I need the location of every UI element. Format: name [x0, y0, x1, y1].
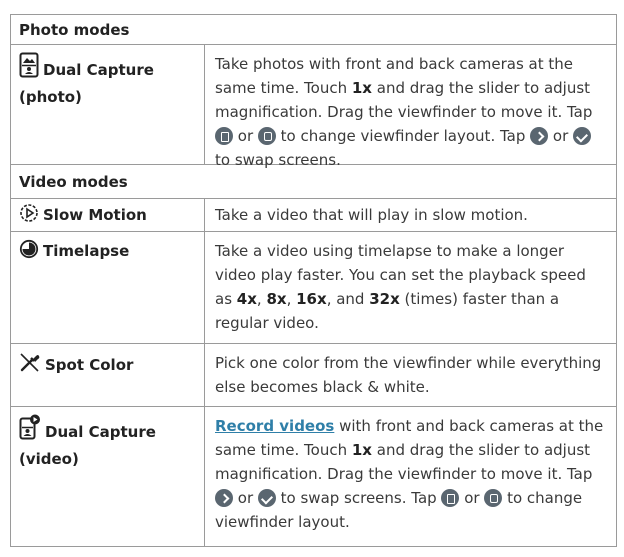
mode-title: Dual Capture [45, 423, 156, 441]
zoom-1x-label: 1x [351, 79, 372, 97]
mode-name-cell: Timelapse [11, 232, 205, 343]
mode-name-cell: Dual Capture (video) [11, 407, 205, 546]
row-spot-color: Spot Color Pick one color from the viewf… [11, 344, 616, 407]
layout-alt-icon [484, 489, 503, 507]
mode-description: Pick one color from the viewfinder while… [215, 354, 602, 396]
mode-title: Dual Capture [43, 61, 154, 79]
layout-icon [441, 489, 460, 507]
row-dual-capture-video: Dual Capture (video) Record videos with … [11, 407, 616, 547]
mode-title-suffix: (photo) [19, 88, 82, 106]
mode-title: Timelapse [43, 242, 130, 260]
mode-title-suffix: (video) [19, 450, 79, 468]
camera-modes-table: Photo modes Dual Capture (photo) Take ph… [10, 14, 617, 547]
mode-description: Take photos with front and back cameras … [215, 55, 593, 169]
mode-title: Slow Motion [43, 206, 147, 224]
mode-description: Take a video using timelapse to make a l… [215, 242, 586, 332]
mode-description: Record videos with front and back camera… [215, 417, 604, 531]
record-videos-link[interactable]: Record videos [215, 417, 334, 435]
mode-title: Spot Color [45, 356, 134, 374]
swap-icon [530, 127, 549, 145]
mode-name-cell: Dual Capture (photo) [11, 45, 205, 164]
mode-name-cell: Slow Motion [11, 199, 205, 231]
layout-alt-icon [257, 127, 276, 145]
dual-capture-video-icon [19, 414, 41, 447]
section-title: Video modes [19, 172, 128, 191]
speed-8x: 8x [266, 290, 287, 308]
row-slow-motion: Slow Motion Take a video that will play … [11, 199, 616, 232]
layout-icon [215, 127, 233, 145]
swap-icon [215, 489, 233, 507]
row-dual-capture-photo: Dual Capture (photo) Take photos with fr… [11, 45, 616, 169]
speed-32x: 32x [369, 290, 400, 308]
section-photo-modes: Photo modes [11, 15, 616, 45]
slow-motion-icon [19, 203, 39, 230]
spot-color-icon [19, 351, 41, 380]
dual-capture-photo-icon [19, 52, 39, 85]
timelapse-icon [19, 239, 39, 266]
swap-alt-icon [257, 489, 276, 507]
swap-alt-icon [573, 127, 592, 145]
mode-name-cell: Spot Color [11, 344, 205, 406]
section-title: Photo modes [19, 20, 130, 39]
row-timelapse: Timelapse Take a video using timelapse t… [11, 232, 616, 344]
mode-description: Take a video that will play in slow moti… [215, 206, 528, 224]
speed-4x: 4x [236, 290, 257, 308]
speed-16x: 16x [296, 290, 327, 308]
zoom-1x-label: 1x [351, 441, 372, 459]
